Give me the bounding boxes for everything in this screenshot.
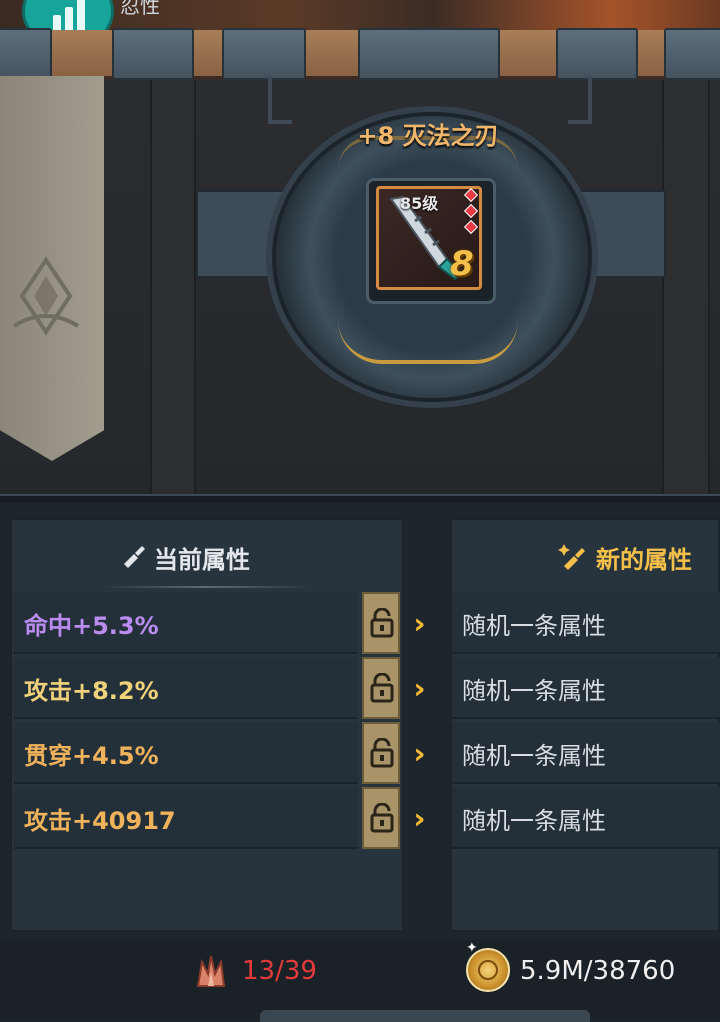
attribute-text: 攻击+40917 bbox=[24, 807, 176, 835]
new-attribute-row: 随机一条属性 bbox=[452, 657, 720, 719]
lock-button[interactable] bbox=[362, 722, 400, 784]
random-attribute-text: 随机一条属性 bbox=[462, 742, 606, 770]
attribute-text: 贯穿+4.5% bbox=[24, 742, 159, 770]
attribute-row: 攻击+8.2% bbox=[14, 657, 358, 719]
random-attribute-text: 随机一条属性 bbox=[462, 807, 606, 835]
beam-plate bbox=[664, 28, 720, 80]
banner-emblem-icon bbox=[12, 256, 80, 336]
crystal-count: 13/39 bbox=[242, 956, 317, 986]
forge-scene: 忍性 +8 灭法之刃 85级 8 bbox=[0, 0, 720, 495]
coin-inner bbox=[478, 960, 498, 980]
random-attribute-text: 随机一条属性 bbox=[462, 612, 606, 640]
item-level: 85级 bbox=[400, 194, 439, 213]
divider bbox=[0, 494, 720, 502]
chevron-right-icon: ›› bbox=[414, 675, 444, 703]
top-label: 忍性 bbox=[120, 0, 160, 18]
attribute-row: 贯穿+4.5% bbox=[14, 722, 358, 784]
pillar bbox=[150, 80, 196, 495]
chevron-right-icon: ›› bbox=[414, 610, 444, 638]
gold-coin-icon bbox=[466, 948, 510, 992]
cable bbox=[568, 76, 592, 124]
lock-icon bbox=[370, 608, 394, 638]
bar-icon-3 bbox=[77, 0, 85, 33]
lock-icon bbox=[370, 803, 394, 833]
attribute-row: 命中+5.3% bbox=[14, 592, 358, 654]
lock-button[interactable] bbox=[362, 592, 400, 654]
enhance-level: 8 bbox=[450, 244, 474, 284]
chevron-right-icon: ›› bbox=[414, 740, 444, 768]
new-attributes-title: 新的属性 bbox=[596, 546, 692, 574]
header-underline bbox=[102, 586, 312, 588]
crystal-icon bbox=[196, 955, 226, 987]
gold-count: 5.9M/38760 bbox=[520, 956, 676, 986]
banner bbox=[0, 76, 104, 461]
bottom-tab[interactable] bbox=[260, 1010, 590, 1022]
beam-plate bbox=[222, 28, 306, 80]
cable bbox=[268, 76, 292, 124]
lock-button[interactable] bbox=[362, 787, 400, 849]
ring-arc bbox=[338, 320, 518, 364]
attribute-row: 攻击+40917 bbox=[14, 787, 358, 849]
new-attribute-row: 随机一条属性 bbox=[452, 722, 720, 784]
item-title: +8 灭法之刃 bbox=[357, 122, 499, 150]
sparkle-brush-icon bbox=[558, 544, 585, 570]
attribute-text: 攻击+8.2% bbox=[24, 677, 159, 705]
pillar bbox=[662, 80, 710, 495]
lock-icon bbox=[370, 673, 394, 703]
new-attribute-row: 随机一条属性 bbox=[452, 787, 720, 849]
lock-icon bbox=[370, 738, 394, 768]
random-attribute-text: 随机一条属性 bbox=[462, 677, 606, 705]
new-attribute-row: 随机一条属性 bbox=[452, 592, 720, 654]
beam-plate bbox=[556, 28, 638, 80]
beam-plate bbox=[112, 28, 194, 80]
current-attributes-title: 当前属性 bbox=[154, 546, 250, 574]
beam-plate bbox=[0, 28, 52, 80]
lock-button[interactable] bbox=[362, 657, 400, 719]
brush-icon bbox=[124, 546, 145, 568]
panel-header: 当前属性 bbox=[12, 520, 402, 590]
chevron-right-icon: ›› bbox=[414, 805, 444, 833]
attribute-text: 命中+5.3% bbox=[24, 612, 159, 640]
beam-plate bbox=[358, 28, 500, 80]
panel-header: 新的属性 bbox=[452, 520, 718, 590]
